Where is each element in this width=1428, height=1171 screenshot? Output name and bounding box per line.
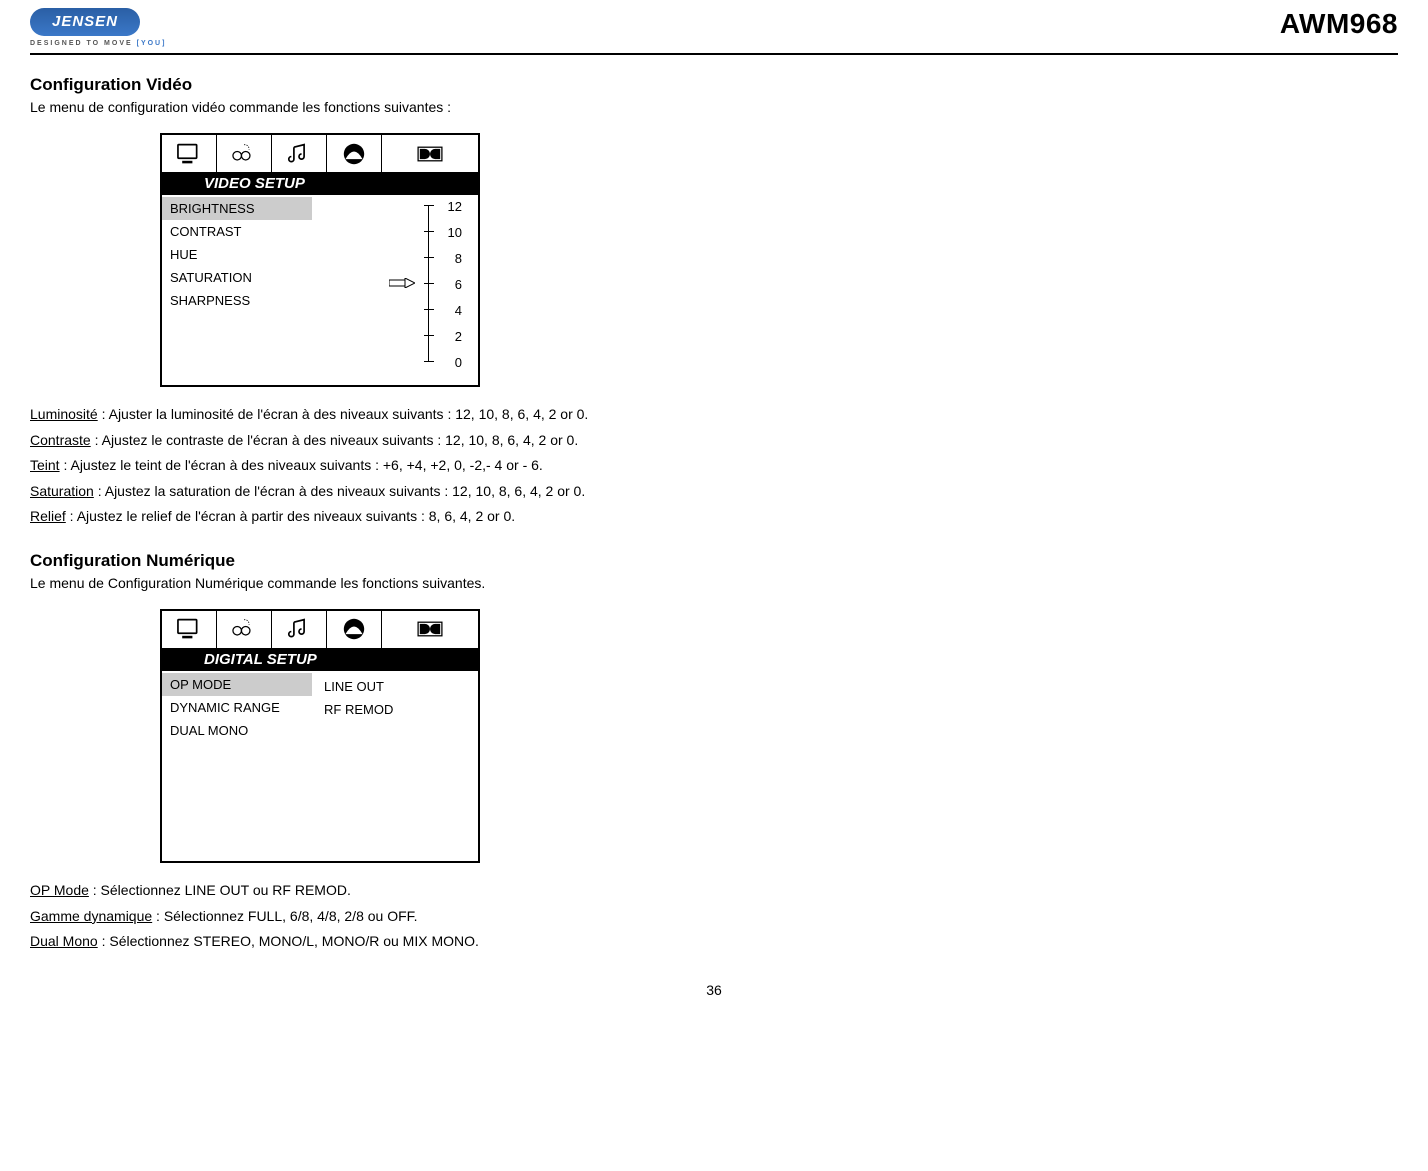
desc-luminosite: Luminosité : Ajuster la luminosité de l'… [30, 405, 1398, 425]
desc-saturation: Saturation : Ajustez la saturation de l'… [30, 482, 1398, 502]
scale-pointer-icon [389, 278, 415, 288]
brand-block: JENSEN DESIGNED TO MOVE [YOU] [30, 8, 166, 47]
page-header: JENSEN DESIGNED TO MOVE [YOU] AWM968 [30, 8, 1398, 55]
brand-logo: JENSEN [30, 8, 140, 36]
video-menu-list: BRIGHTNESS CONTRAST HUE SATURATION SHARP… [162, 195, 312, 385]
scale-6: 6 [438, 277, 462, 292]
tab2-dolby-icon [382, 611, 478, 648]
page-number: 36 [30, 982, 1398, 998]
digital-setup-title: DIGITAL SETUP [190, 649, 335, 670]
scale-2: 2 [438, 329, 462, 344]
tab-audio-icon [272, 135, 327, 172]
value-rf-remod[interactable]: RF REMOD [320, 698, 470, 721]
scale-top-cap [424, 205, 434, 206]
setup-tabs-2 [162, 611, 478, 649]
value-line-out[interactable]: LINE OUT [320, 675, 470, 698]
menu-brightness[interactable]: BRIGHTNESS [162, 197, 312, 220]
tab2-video-icon [162, 611, 217, 648]
video-setup-panel: VIDEO SETUP BRIGHTNESS CONTRAST HUE SATU… [160, 133, 480, 387]
panel2-title-row: DIGITAL SETUP [162, 649, 478, 671]
section2-title: Configuration Numérique [30, 551, 1398, 571]
menu-opmode[interactable]: OP MODE [162, 673, 312, 696]
tab-rating-icon [327, 135, 382, 172]
tab2-audio-icon [272, 611, 327, 648]
section1-title: Configuration Vidéo [30, 75, 1398, 95]
scale-0: 0 [438, 355, 462, 370]
scale-10: 10 [438, 225, 462, 240]
setup-tabs [162, 135, 478, 173]
tab-language-icon [217, 135, 272, 172]
menu-sharpness[interactable]: SHARPNESS [162, 289, 312, 312]
tagline-prefix: DESIGNED TO MOVE [30, 40, 137, 47]
tab-dolby-icon [382, 135, 478, 172]
desc-contraste: Contraste : Ajustez le contraste de l'éc… [30, 431, 1398, 451]
scale-4: 4 [438, 303, 462, 318]
menu-dynamic-range[interactable]: DYNAMIC RANGE [162, 696, 312, 719]
section2-intro: Le menu de Configuration Numérique comma… [30, 575, 1398, 591]
desc-dual-mono: Dual Mono : Sélectionnez STEREO, MONO/L,… [30, 932, 1398, 952]
desc-opmode: OP Mode : Sélectionnez LINE OUT ou RF RE… [30, 881, 1398, 901]
panel-title-row: VIDEO SETUP [162, 173, 478, 195]
digital-menu-list: OP MODE DYNAMIC RANGE DUAL MONO [162, 671, 312, 861]
desc-teint: Teint : Ajustez le teint de l'écran à de… [30, 456, 1398, 476]
tab-video-icon [162, 135, 217, 172]
digital-desc-list: OP Mode : Sélectionnez LINE OUT ou RF RE… [30, 881, 1398, 952]
menu-contrast[interactable]: CONTRAST [162, 220, 312, 243]
tab2-language-icon [217, 611, 272, 648]
menu-saturation[interactable]: SATURATION [162, 266, 312, 289]
digital-value-list: LINE OUT RF REMOD [312, 671, 478, 861]
menu-dual-mono[interactable]: DUAL MONO [162, 719, 312, 742]
video-setup-title: VIDEO SETUP [190, 173, 323, 194]
scale-bot-cap [424, 361, 434, 362]
scale-12: 12 [438, 199, 462, 214]
section1-intro: Le menu de configuration vidéo commande … [30, 99, 1398, 115]
video-desc-list: Luminosité : Ajuster la luminosité de l'… [30, 405, 1398, 527]
desc-gamme-dynamique: Gamme dynamique : Sélectionnez FULL, 6/8… [30, 907, 1398, 927]
digital-setup-panel: DIGITAL SETUP OP MODE DYNAMIC RANGE DUAL… [160, 609, 480, 863]
scale-8: 8 [438, 251, 462, 266]
desc-relief: Relief : Ajustez le relief de l'écran à … [30, 507, 1398, 527]
model-number: AWM968 [1280, 8, 1398, 40]
video-scale: 12 10 8 6 4 2 0 [312, 195, 478, 385]
brand-tagline: DESIGNED TO MOVE [YOU] [30, 40, 166, 47]
menu-hue[interactable]: HUE [162, 243, 312, 266]
tagline-you: [YOU] [137, 40, 167, 47]
tab2-rating-icon [327, 611, 382, 648]
